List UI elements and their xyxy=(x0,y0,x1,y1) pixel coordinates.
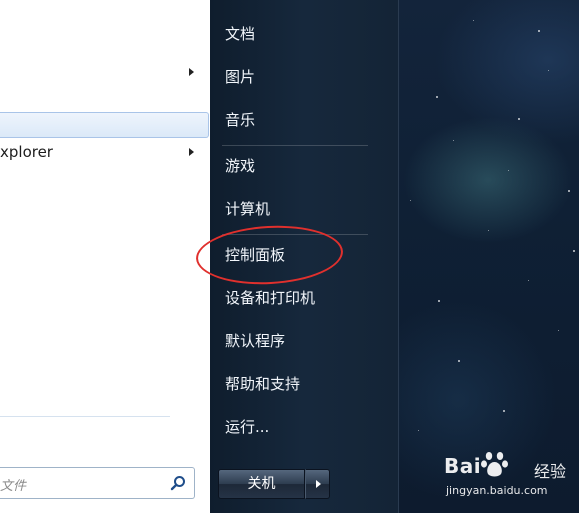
menu-item-documents[interactable]: 文档 xyxy=(225,23,255,45)
search-placeholder: 文件 xyxy=(0,479,27,494)
menu-item-devices-printers[interactable]: 设备和打印机 xyxy=(225,287,315,309)
start-menu-programs-pane: xplorer 文件 xyxy=(0,0,211,513)
watermark: Bai 经验 jingyan.baidu.com xyxy=(444,448,579,508)
watermark-url: jingyan.baidu.com xyxy=(446,484,548,497)
menu-item-music[interactable]: 音乐 xyxy=(225,109,255,131)
watermark-jingyan: 经验 xyxy=(534,462,567,481)
search-input[interactable]: 文件 xyxy=(0,467,195,499)
chevron-right-icon xyxy=(316,480,321,488)
shutdown-button[interactable]: 关机 xyxy=(218,469,305,499)
paw-logo-icon xyxy=(481,452,508,477)
shutdown-options-button[interactable] xyxy=(305,469,330,499)
menu-item-games[interactable]: 游戏 xyxy=(225,155,255,177)
desktop-wallpaper xyxy=(398,0,579,513)
divider xyxy=(222,145,368,146)
menu-item-default-programs[interactable]: 默认程序 xyxy=(225,330,285,352)
submenu-arrow-icon xyxy=(189,68,194,76)
program-item-selected[interactable] xyxy=(0,112,209,138)
divider xyxy=(0,416,170,417)
program-item-explorer[interactable]: xplorer xyxy=(0,140,208,164)
menu-item-run[interactable]: 运行... xyxy=(225,416,269,438)
menu-item-computer[interactable]: 计算机 xyxy=(225,198,270,220)
menu-item-pictures[interactable]: 图片 xyxy=(225,66,255,88)
menu-item-help-support[interactable]: 帮助和支持 xyxy=(225,373,300,395)
watermark-brand: Bai xyxy=(444,454,482,478)
program-item[interactable] xyxy=(0,60,208,84)
search-icon[interactable] xyxy=(170,475,186,491)
submenu-arrow-icon xyxy=(189,148,194,156)
